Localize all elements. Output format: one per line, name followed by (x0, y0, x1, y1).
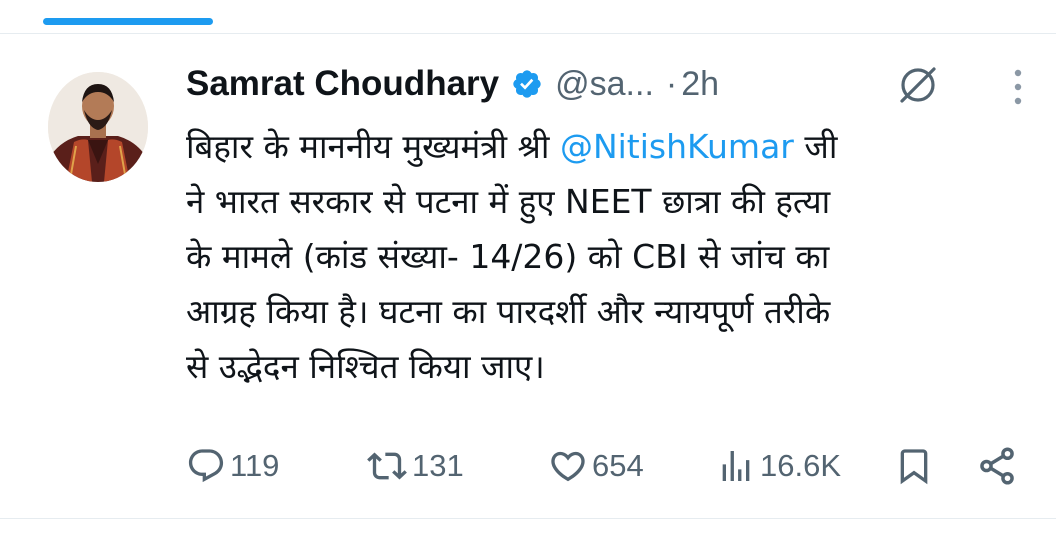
like-count: 654 (592, 448, 644, 483)
tweet-text-line: ने भारत सरकार से पटना में हुए NEET छात्र… (186, 182, 831, 221)
tweet-text-segment: जी (793, 127, 838, 166)
verified-badge-icon (511, 68, 543, 100)
tweet-text-line: आग्रह किया है। घटना का पारदर्शी और न्याय… (186, 292, 831, 331)
heart-icon (551, 451, 585, 482)
avatar[interactable] (48, 72, 148, 182)
tweet-timestamp[interactable]: 2h (681, 65, 719, 104)
tweet-text-line: के मामले (कांड संख्या- 14/26) को CBI से … (186, 237, 830, 276)
mention-link[interactable]: @NitishKumar (560, 127, 794, 166)
repost-icon (367, 452, 407, 480)
reply-icon (188, 449, 224, 483)
tweet-text-line: बिहार के माननीय मुख्यमंत्री श्री @Nitish… (186, 119, 1036, 174)
share-icon (980, 447, 1014, 485)
bottom-divider (0, 518, 1056, 519)
views-icon (722, 451, 750, 481)
meta-separator: · (665, 64, 678, 103)
bookmark-button[interactable] (894, 440, 934, 492)
top-divider (0, 33, 1056, 34)
tweet-actions: 119 131 654 16.6K (186, 440, 1026, 492)
repost-count: 131 (412, 448, 464, 483)
views-count: 16.6K (760, 448, 842, 483)
more-vertical-icon[interactable] (1006, 66, 1030, 108)
views-button[interactable]: 16.6K (716, 440, 841, 492)
tweet-header: Samrat Choudhary @sa... · 2h (186, 58, 719, 110)
avatar-photo (48, 72, 148, 182)
reply-button[interactable]: 119 (186, 440, 279, 492)
reply-count: 119 (230, 448, 280, 483)
repost-button[interactable]: 131 (366, 440, 464, 492)
tweet-text: बिहार के माननीय मुख्यमंत्री श्री @Nitish… (186, 119, 1036, 394)
author-name[interactable]: Samrat Choudhary (186, 64, 499, 104)
grok-icon[interactable] (896, 63, 940, 107)
tweet-text-segment: बिहार के माननीय मुख्यमंत्री श्री (186, 127, 560, 166)
like-button[interactable]: 654 (548, 440, 644, 492)
tweet-text-line: से उद्भेदन निश्चित किया जाए। (186, 347, 545, 386)
share-button[interactable] (976, 440, 1018, 492)
bookmark-icon (900, 449, 928, 485)
author-handle[interactable]: @sa... (555, 65, 654, 104)
tab-active-indicator (43, 18, 213, 25)
